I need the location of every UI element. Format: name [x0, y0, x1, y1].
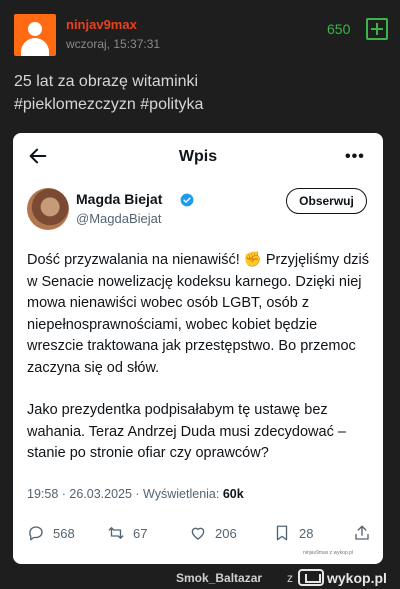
image-footer: Smok_Baltazar z wykop.pl: [0, 566, 400, 589]
reply-action: 568: [27, 523, 75, 543]
post-timestamp: wczoraj, 15:37:31: [66, 37, 161, 51]
post-tags[interactable]: #pieklomezczyzn #polityka: [14, 93, 386, 116]
share-icon: [355, 525, 369, 540]
wykop-logo-icon: [298, 569, 324, 586]
more-options-icon: •••: [345, 148, 365, 165]
embedded-image[interactable]: Wpis ••• Magda Biejat @MagdaBiejat Obser…: [13, 133, 383, 564]
tweet-author-avatar: [27, 188, 69, 230]
bookmark-count: 28: [299, 525, 314, 541]
bookmark-icon: [276, 525, 288, 541]
follow-button: Obserwuj: [286, 188, 367, 214]
retweet-action: 67: [107, 523, 147, 543]
wykop-logo: wykop.pl: [298, 569, 387, 586]
retweet-count: 67: [133, 525, 148, 541]
tweet-author-name: Magda Biejat: [76, 191, 163, 207]
like-count: 206: [215, 525, 237, 541]
bookmark-action: 28: [273, 523, 313, 543]
footer-author: Smok_Baltazar: [176, 571, 263, 585]
avatar-body: [21, 38, 49, 56]
upvote-plus-icon[interactable]: [366, 18, 388, 40]
footer-z: z: [287, 571, 293, 585]
like-action: 206: [189, 523, 237, 543]
tweet-text: Dość przyzwalania na nienawiść! ✊ Przyję…: [27, 250, 372, 486]
tweet-datetime: 19:58 · 26.03.2025 · Wyświetlenia:: [27, 487, 223, 501]
wykop-logo-text: wykop.pl: [327, 569, 387, 586]
heart-icon: [191, 527, 205, 540]
tweet-author-handle: @MagdaBiejat: [76, 211, 162, 226]
retweet-icon: [108, 527, 124, 539]
post-header: ninjav9max wczoraj, 15:37:31 650: [14, 14, 388, 58]
reply-count: 568: [53, 525, 75, 541]
share-action: [353, 523, 371, 543]
tweet-meta: 19:58 · 26.03.2025 · Wyświetlenia: 60k: [27, 487, 244, 501]
avatar[interactable]: [14, 14, 56, 56]
post-body: 25 lat za obrazę witaminki #pieklomezczy…: [14, 70, 386, 116]
username-link[interactable]: ninjav9max: [66, 17, 137, 32]
reply-icon: [29, 526, 43, 541]
post-text: 25 lat za obrazę witaminki: [14, 73, 199, 90]
tweet-views: 60k: [222, 487, 244, 501]
tweet-paragraph-1: Dość przyzwalania na nienawiść! ✊ Przyję…: [27, 252, 369, 376]
tweet-page-title: Wpis: [178, 148, 218, 165]
vote-count: 650: [327, 21, 351, 37]
verified-badge-icon: [180, 193, 194, 207]
avatar-head: [28, 22, 42, 36]
tweet-paragraph-2: Jako prezydentka podpisałabym tę ustawę …: [27, 402, 346, 461]
tweet-actions: 568 67 206 28: [27, 523, 373, 543]
image-watermark: ninjav9max z wykop.pl: [303, 550, 354, 556]
